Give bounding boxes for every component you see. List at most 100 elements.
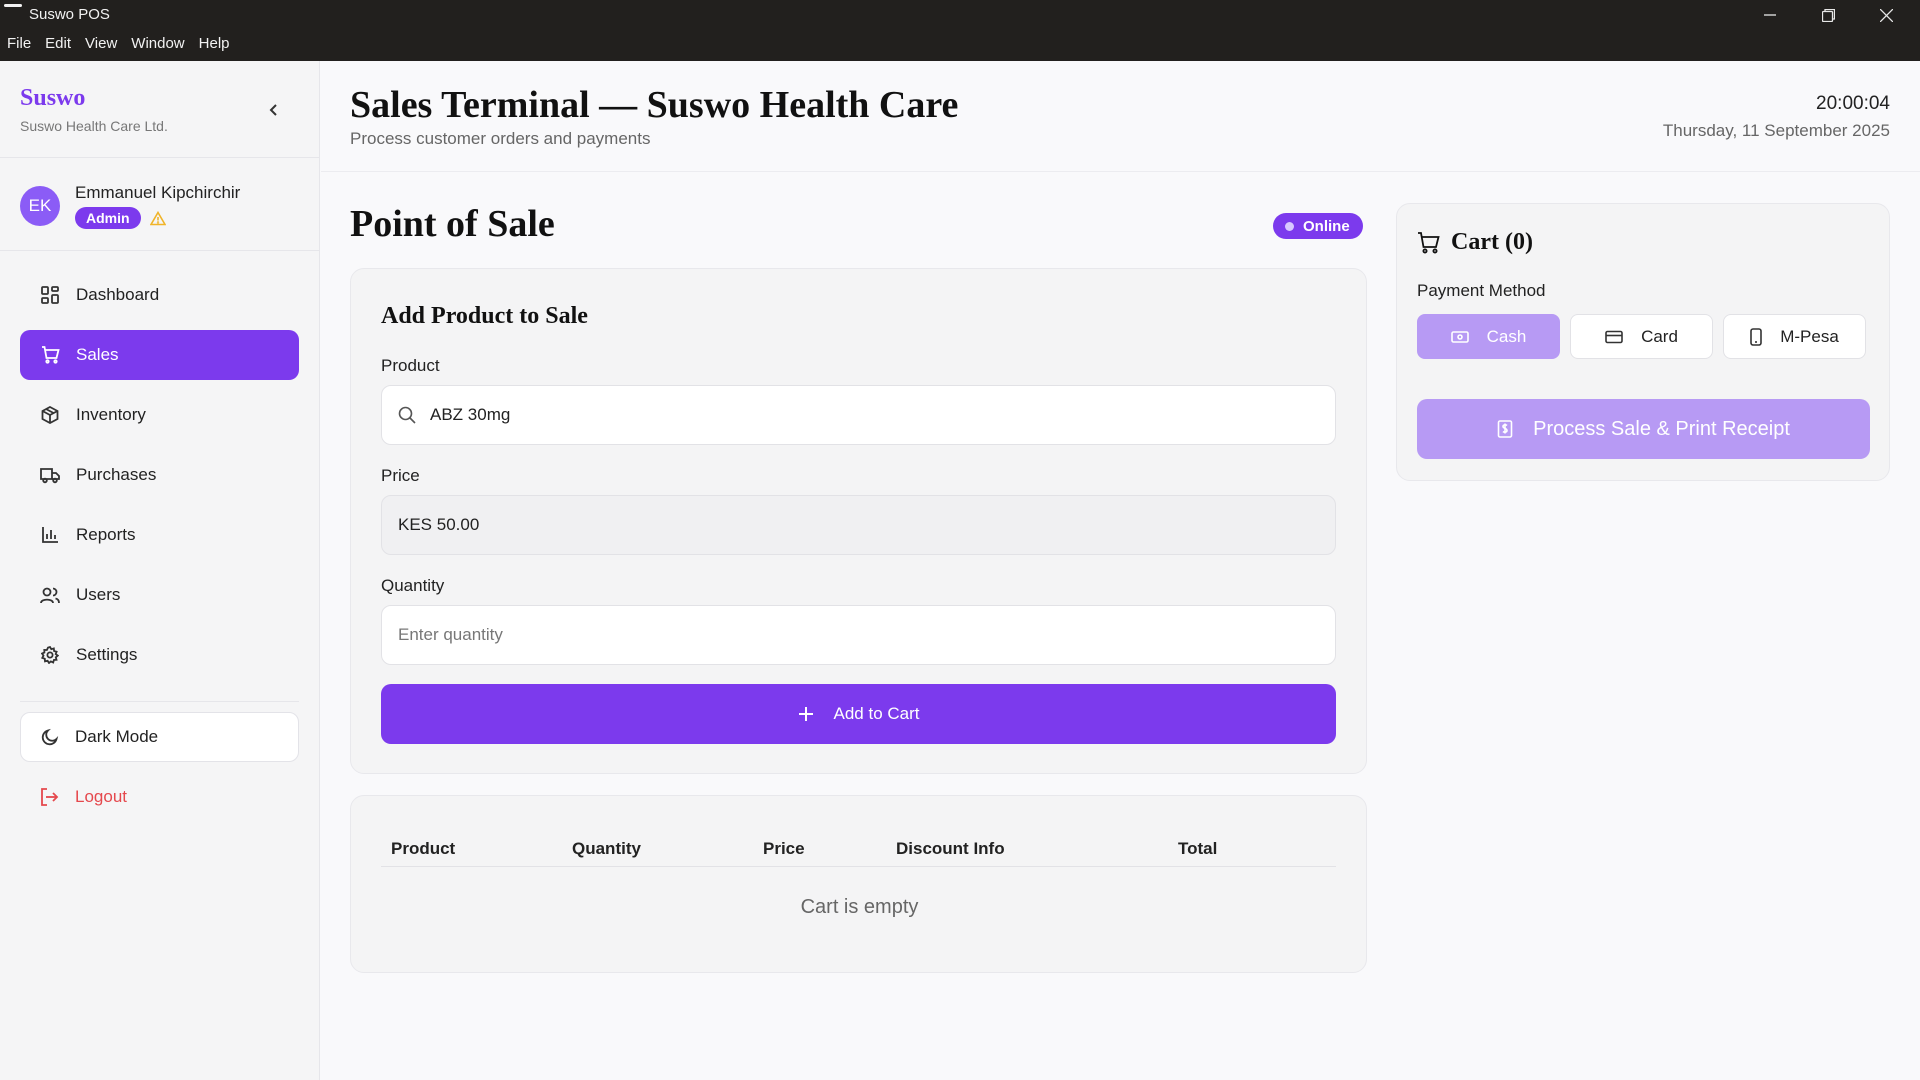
users-icon [40,587,60,604]
title-bar: Suswo POS File Edit View Window Help [0,0,1920,61]
add-to-cart-button[interactable]: Add to Cart [381,684,1336,744]
payment-mpesa-label: M-Pesa [1780,326,1839,346]
search-icon [398,406,416,424]
cart-title: Cart (0) [1417,229,1533,256]
status-label: Online [1303,217,1350,235]
page-title: Sales Terminal — Suswo Health Care [350,84,959,126]
divider [20,701,299,702]
payment-card-button[interactable]: Card [1570,314,1713,359]
price-field: KES 50.00 [381,495,1336,555]
brand-name: Suswo [20,85,86,111]
logout-button[interactable]: Logout [20,772,299,822]
menu-view[interactable]: View [85,35,117,52]
credit-card-icon [1605,330,1623,343]
close-icon [1879,8,1893,22]
dark-mode-label: Dark Mode [75,727,159,746]
role-badge: Admin [75,207,141,229]
product-label: Product [381,356,440,375]
clock: 20:00:04 Thursday, 11 September 2025 [1663,93,1890,141]
column-header-price: Price [763,839,805,858]
menu-file[interactable]: File [7,35,31,52]
sidebar-nav: Dashboard Sales Inventory Purchases Repo… [20,270,299,690]
column-header-quantity: Quantity [572,839,641,858]
menu-edit[interactable]: Edit [45,35,71,52]
payment-mpesa-button[interactable]: M-Pesa [1723,314,1866,359]
add-product-card: Add Product to Sale Product ABZ 30mg Pri… [350,268,1367,774]
logout-icon [41,788,59,806]
price-label: Price [381,466,420,485]
payment-method-label: Payment Method [1417,281,1546,300]
minimize-icon [1764,14,1776,16]
product-value: ABZ 30mg [430,405,511,424]
column-header-total: Total [1178,839,1218,858]
cart-items-table: Product Quantity Price Discount Info Tot… [350,795,1367,973]
divider [0,157,320,158]
sidebar-item-settings[interactable]: Settings [20,630,299,680]
grid-icon [41,286,59,304]
column-header-discount: Discount Info [896,839,1005,858]
logout-label: Logout [75,787,127,806]
menu-help[interactable]: Help [199,35,230,52]
clock-time: 20:00:04 [1816,93,1890,114]
app-icon [4,4,22,7]
sidebar-item-purchases[interactable]: Purchases [20,450,299,500]
gear-icon [41,646,59,664]
plus-icon [798,707,813,721]
sidebar-item-label: Inventory [76,405,146,424]
section-title: Point of Sale [350,203,555,245]
page-subtitle: Process customer orders and payments [350,129,651,148]
menu-window[interactable]: Window [131,35,184,52]
quantity-label: Quantity [381,576,445,595]
status-badge: Online [1273,213,1363,239]
restore-button[interactable] [1799,0,1857,30]
brand: Suswo Suswo Health Care Ltd. [20,85,168,134]
receipt-icon [1497,420,1513,438]
payment-card-label: Card [1641,326,1678,346]
process-sale-button[interactable]: Process Sale & Print Receipt [1417,399,1870,459]
chevron-left-icon [269,104,277,116]
process-sale-label: Process Sale & Print Receipt [1533,417,1790,440]
user-name: Emmanuel Kipchirchir [75,183,241,202]
window-title: Suswo POS [29,6,110,23]
table-header: Product Quantity Price Discount Info Tot… [381,839,1336,867]
bar-chart-icon [42,527,58,543]
status-dot [1285,221,1294,231]
sidebar-item-label: Dashboard [76,285,160,304]
column-header-product: Product [391,839,456,858]
cart-title-label: Cart (0) [1451,229,1533,255]
avatar: EK [20,186,60,226]
divider [0,250,320,251]
close-button[interactable] [1857,0,1915,30]
restore-icon [1821,8,1835,22]
cash-icon [1450,330,1469,343]
sidebar-item-dashboard[interactable]: Dashboard [20,270,299,320]
sidebar-item-label: Sales [76,345,119,364]
product-search-input[interactable]: ABZ 30mg [381,385,1336,445]
cart-panel: Cart (0) Payment Method Cash Card M-Pesa… [1396,203,1890,481]
menu-bar: File Edit View Window Help [7,35,244,52]
warning-icon [149,210,166,225]
quantity-input[interactable] [382,625,1335,645]
sidebar-item-label: Purchases [76,465,157,484]
collapse-sidebar-button[interactable] [262,98,286,122]
dark-mode-toggle[interactable]: Dark Mode [20,712,299,762]
sidebar-item-inventory[interactable]: Inventory [20,390,299,440]
payment-cash-button[interactable]: Cash [1417,314,1560,359]
clock-date: Thursday, 11 September 2025 [1662,121,1890,140]
add-to-cart-label: Add to Cart [833,704,920,723]
company-name: Suswo Health Care Ltd. [20,118,168,134]
empty-cart-message: Cart is empty [800,896,919,918]
sidebar-item-users[interactable]: Users [20,570,299,620]
quantity-field-wrapper [381,605,1336,665]
price-value: KES 50.00 [398,515,480,534]
cart-icon [41,346,60,364]
sidebar-item-reports[interactable]: Reports [20,510,299,560]
sidebar: Suswo Suswo Health Care Ltd. EK Emmanuel… [0,61,320,1080]
payment-cash-label: Cash [1486,326,1527,346]
sidebar-item-label: Users [76,585,121,604]
sidebar-item-sales[interactable]: Sales [20,330,299,380]
minimize-button[interactable] [1741,0,1799,30]
box-icon [41,406,59,424]
truck-icon [40,468,60,484]
user-profile: EK Emmanuel Kipchirchir Admin [20,183,240,229]
